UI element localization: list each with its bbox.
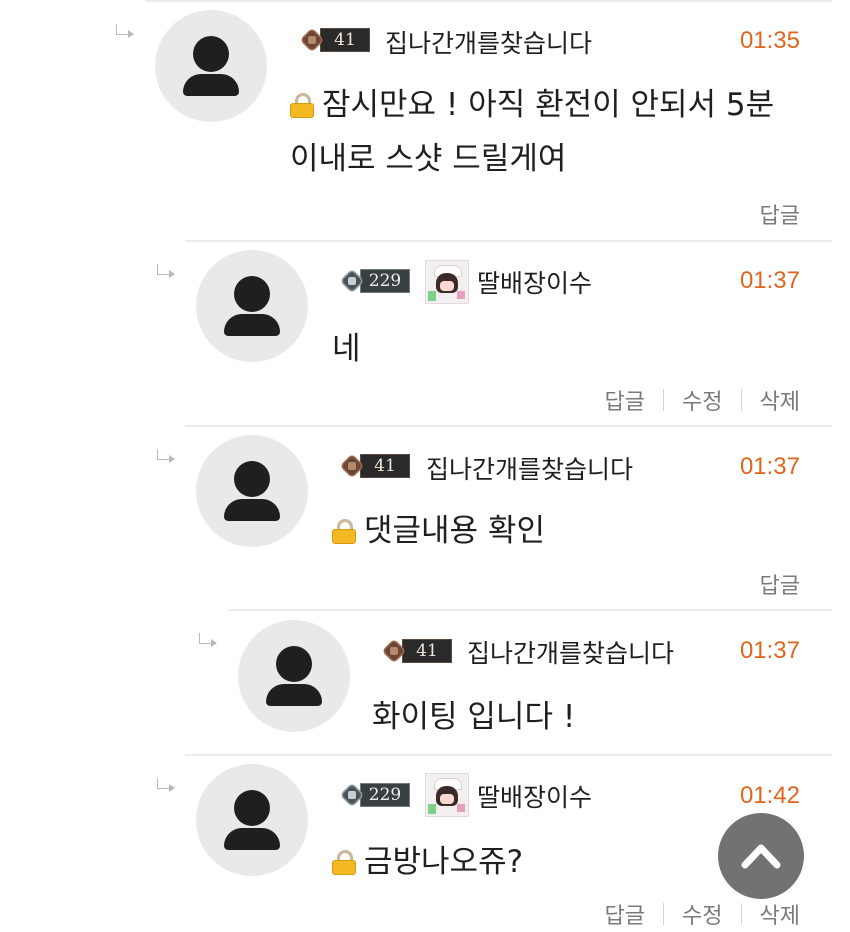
delete-button[interactable]: 삭제 xyxy=(760,898,800,930)
divider xyxy=(740,389,742,411)
rank-emblem-icon xyxy=(299,27,325,53)
lock-icon xyxy=(332,519,356,544)
comment-actions: 답글 xyxy=(760,198,800,230)
user-icon-image xyxy=(425,773,469,817)
comment-text: 네 xyxy=(332,331,361,367)
comment-text: 잠시만요 ! 아직 환전이 안되서 5분 이내로 스샷 드릴게여 xyxy=(290,87,775,177)
comment-time: 01:37 xyxy=(739,453,800,480)
reply-button[interactable]: 답글 xyxy=(760,198,800,230)
comment-time: 01:37 xyxy=(739,267,800,294)
avatar[interactable] xyxy=(196,250,308,362)
divider xyxy=(740,903,742,925)
nickname[interactable]: 딸배장이수 xyxy=(477,778,592,814)
reply-button[interactable]: 답글 xyxy=(605,384,645,416)
comment-actions: 답글 xyxy=(760,568,800,600)
chevron-up-icon xyxy=(741,844,781,869)
level-badge: 229 xyxy=(339,268,410,294)
nickname[interactable]: 집나간개를찾습니다 xyxy=(385,24,592,60)
separator xyxy=(185,754,832,756)
level-badge: 41 xyxy=(339,453,410,479)
reply-button[interactable]: 답글 xyxy=(760,568,800,600)
reply-arrow-icon xyxy=(195,633,219,647)
rank-emblem-icon xyxy=(339,453,365,479)
rank-emblem-icon xyxy=(339,268,365,294)
rank-emblem-icon xyxy=(339,782,365,808)
edit-button[interactable]: 수정 xyxy=(682,384,722,416)
lock-icon xyxy=(332,850,356,875)
user-icon-image xyxy=(425,260,469,304)
avatar[interactable] xyxy=(196,764,308,876)
avatar[interactable] xyxy=(155,10,267,122)
nickname[interactable]: 집나간개를찾습니다 xyxy=(426,450,633,486)
nickname[interactable]: 딸배장이수 xyxy=(477,264,592,300)
nickname[interactable]: 집나간개를찾습니다 xyxy=(467,634,674,670)
avatar[interactable] xyxy=(196,435,308,547)
comment-text: 댓글내용 확인 xyxy=(332,504,545,558)
scroll-top-button[interactable] xyxy=(718,813,804,899)
reply-arrow-icon xyxy=(153,264,177,278)
reply-button[interactable]: 답글 xyxy=(605,898,645,930)
divider xyxy=(663,903,665,925)
separator xyxy=(185,240,832,242)
level-badge: 41 xyxy=(381,638,452,664)
reply-arrow-icon xyxy=(153,778,177,792)
comment-actions: 답글 수정 삭제 xyxy=(605,384,800,416)
separator xyxy=(185,425,832,427)
level-badge: 229 xyxy=(339,782,410,808)
separator xyxy=(228,609,832,611)
reply-arrow-icon xyxy=(153,449,177,463)
comment-time: 01:42 xyxy=(739,782,800,809)
comment-time: 01:35 xyxy=(739,27,800,54)
separator xyxy=(145,0,832,2)
delete-button[interactable]: 삭제 xyxy=(760,384,800,416)
lock-icon xyxy=(290,93,314,118)
edit-button[interactable]: 수정 xyxy=(682,898,722,930)
comment-text: 화이팅 입니다 ! xyxy=(372,699,576,735)
avatar[interactable] xyxy=(238,620,350,732)
comment-actions: 답글 수정 삭제 xyxy=(605,898,800,930)
level-badge: 41 xyxy=(299,27,370,53)
divider xyxy=(663,389,665,411)
reply-arrow-icon xyxy=(112,24,136,38)
comment-text: 금방나오쥬? xyxy=(332,835,523,889)
comment-time: 01:37 xyxy=(739,637,800,664)
rank-emblem-icon xyxy=(381,638,407,664)
